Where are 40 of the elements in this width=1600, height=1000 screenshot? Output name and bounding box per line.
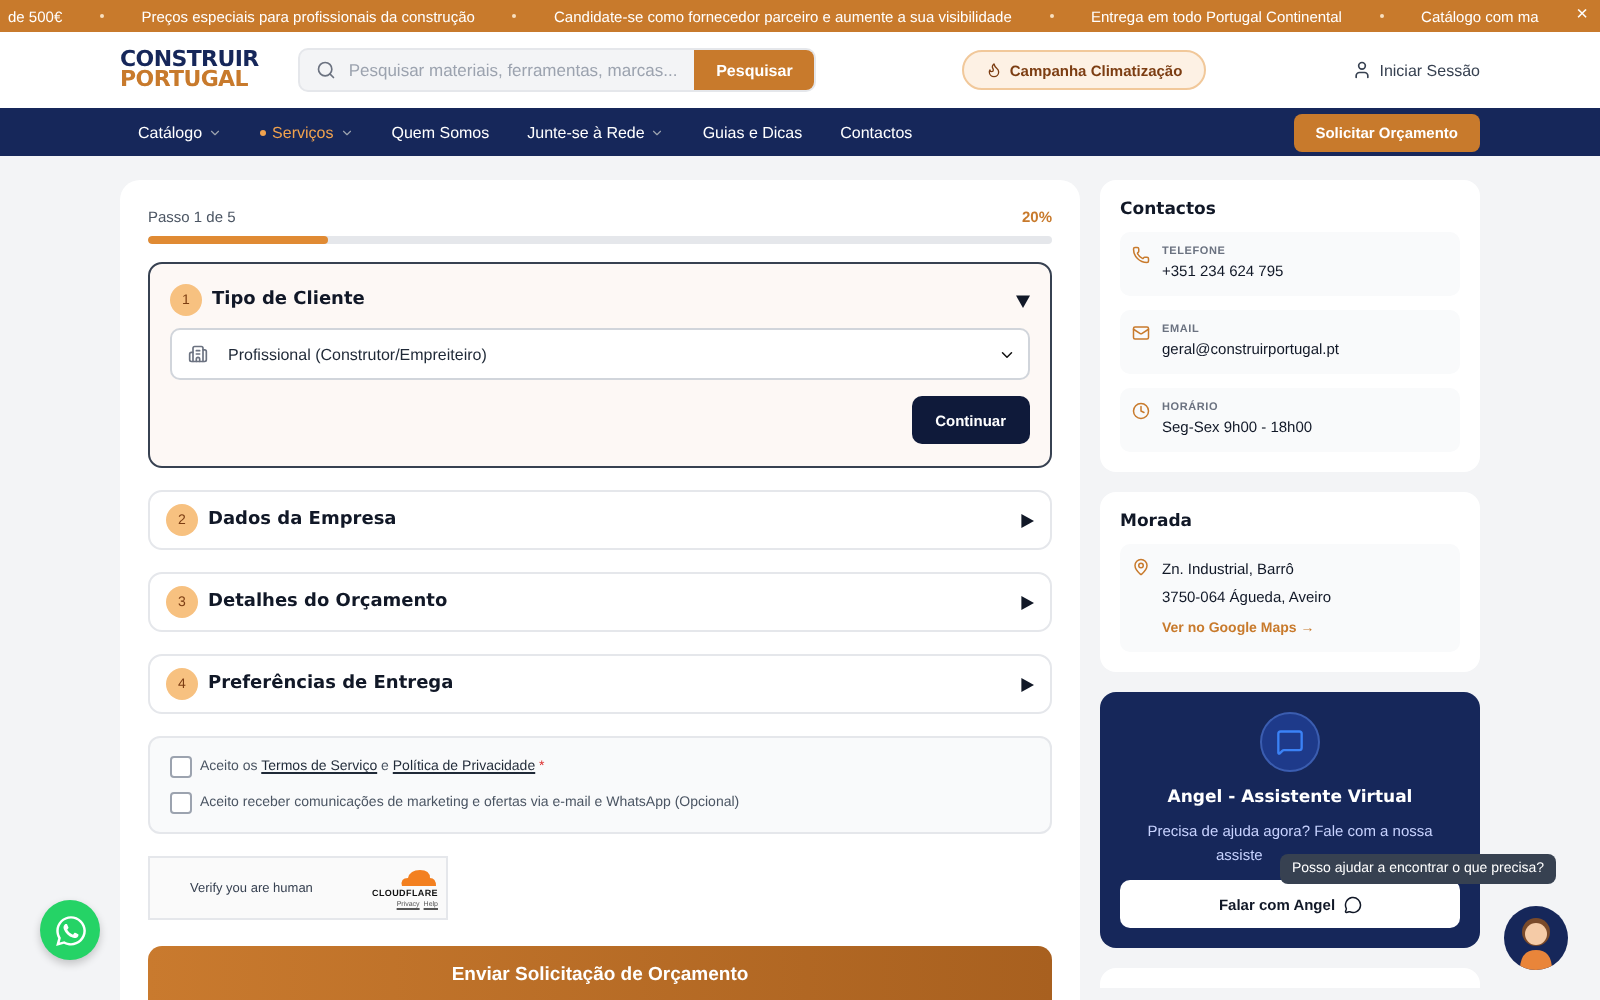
email-icon <box>1132 324 1150 342</box>
chat-icon <box>1343 895 1362 913</box>
client-type-select[interactable]: Profissional (Construtor/Empreiteiro) <box>170 328 1030 380</box>
submit-button[interactable]: Enviar Solicitação de Orçamento <box>148 946 1052 1000</box>
card-title: Morada <box>1120 512 1195 532</box>
checkbox[interactable] <box>170 792 192 814</box>
assistant-title: Angel - Assistente Virtual <box>1167 788 1413 808</box>
step-title: Detalhes do Orçamento <box>208 592 448 612</box>
map-pin-icon <box>1132 558 1150 576</box>
chevron-icon <box>650 125 665 139</box>
nav-link[interactable]: Guias e Dicas <box>702 123 803 141</box>
triangle-icon <box>1020 513 1034 527</box>
checkbox[interactable] <box>170 756 192 778</box>
logo[interactable]: CONSTRUIR PORTUGAL <box>120 49 259 91</box>
nav-link[interactable]: Junte-se à Rede <box>527 123 665 141</box>
clock-icon <box>1132 402 1150 420</box>
triangle-icon <box>1020 677 1034 691</box>
phone-icon <box>1132 246 1150 264</box>
triangle-icon <box>1020 595 1034 609</box>
nav-link[interactable]: Catálogo <box>138 123 223 141</box>
nav-link[interactable]: Serviços <box>260 123 354 141</box>
triangle-icon <box>1016 293 1030 307</box>
chevron-icon <box>208 125 223 139</box>
step-title: Preferências de Entrega <box>208 674 454 694</box>
step-title: Tipo de Cliente <box>212 290 365 310</box>
user-icon <box>1351 60 1372 80</box>
avatar-button[interactable] <box>1504 906 1568 970</box>
step-title: Dados da Empresa <box>208 510 397 530</box>
flame-icon <box>985 62 1002 78</box>
card-title: Contactos <box>1120 200 1218 220</box>
search-icon <box>316 60 337 80</box>
nav-link[interactable]: Contactos <box>840 123 913 141</box>
chevron-icon <box>339 125 354 139</box>
nav-link[interactable]: Quem Somos <box>391 123 490 141</box>
cloud-icon <box>398 868 438 886</box>
building-icon <box>188 344 208 364</box>
chat-bubble-icon <box>1260 712 1320 772</box>
whatsapp-button[interactable] <box>40 900 100 960</box>
login-button[interactable]: Iniciar Sessão <box>1351 60 1480 80</box>
whatsapp-icon <box>53 913 87 947</box>
